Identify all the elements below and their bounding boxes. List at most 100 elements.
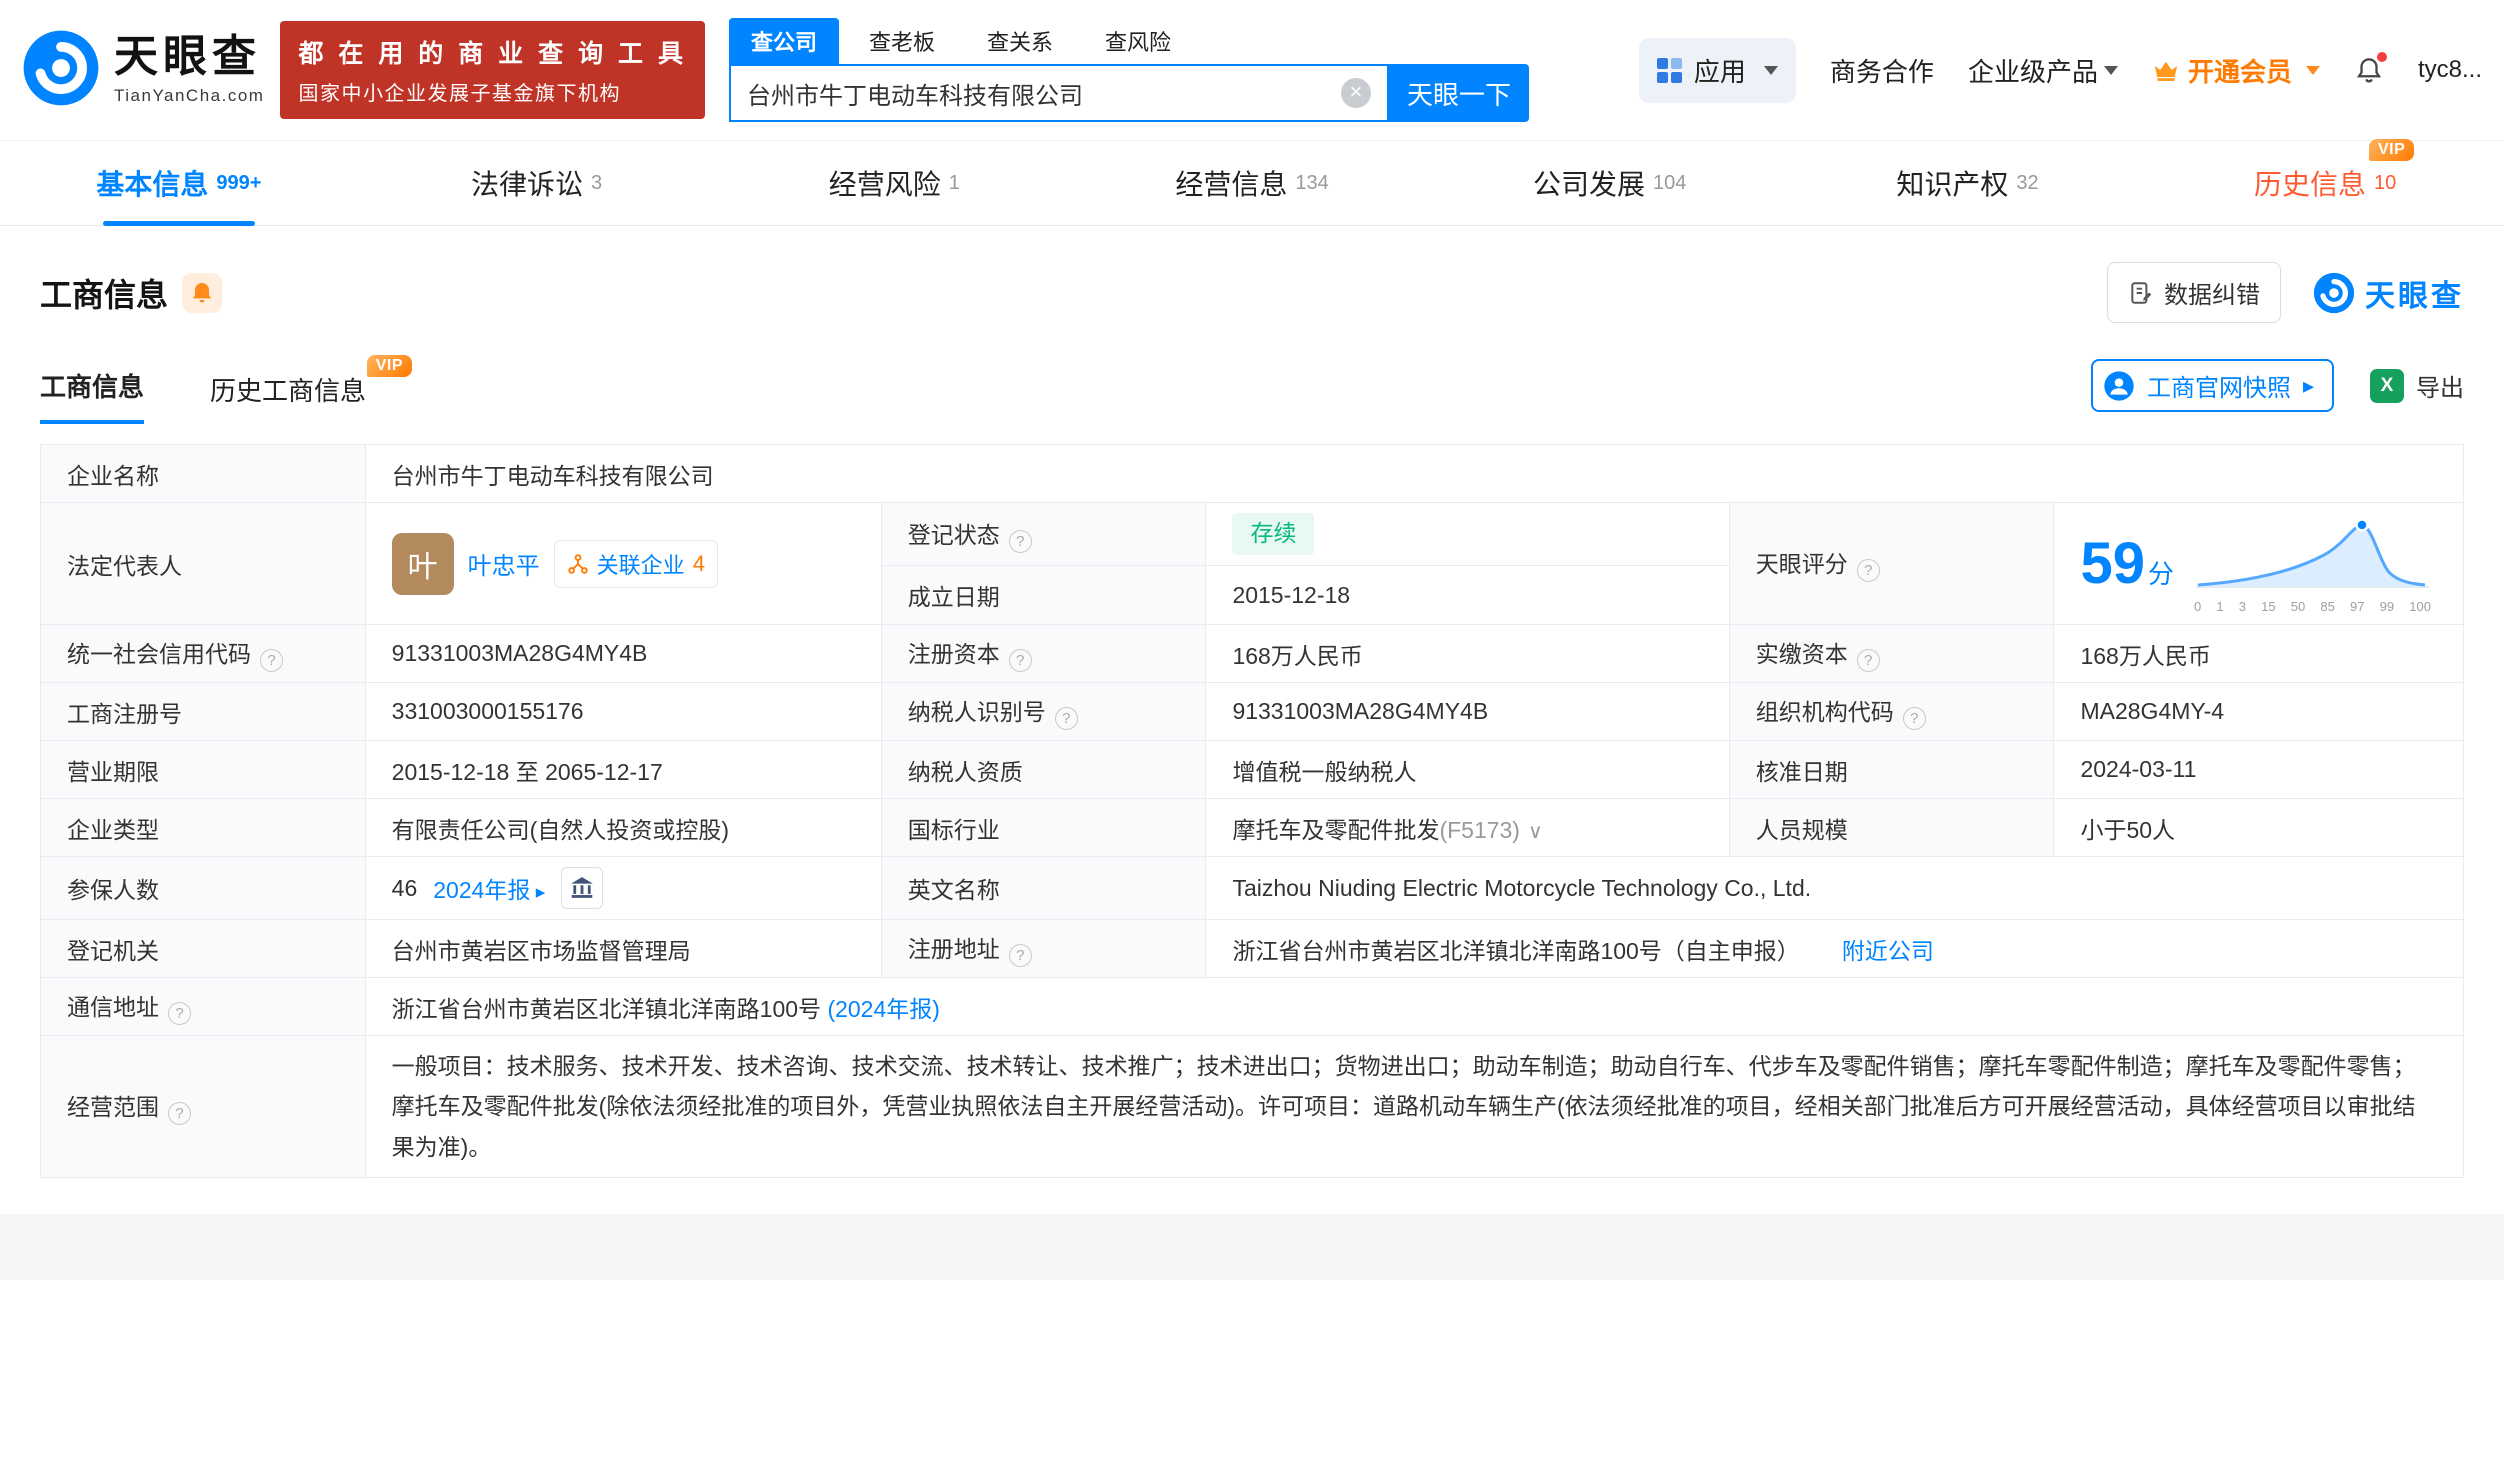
taxpayer-quality-value: 增值税一般纳税人 (1205, 740, 1730, 799)
promo-line1: 都 在 用 的 商 业 查 询 工 具 (298, 40, 687, 68)
search-tab-relation[interactable]: 查关系 (965, 18, 1075, 64)
data-correction-label: 数据纠错 (2164, 282, 2260, 309)
reg-address-label: 注册地址 (880, 919, 1207, 978)
tab-basic-info[interactable]: 基本信息 999+ (0, 141, 358, 225)
company-type-label: 企业类型 (40, 798, 366, 857)
excel-icon (2370, 368, 2404, 403)
tianyancha-watermark-label: 天眼查 (2365, 279, 2464, 313)
tab-company-development-label: 公司发展 (1533, 169, 1646, 200)
social-security-icon-button[interactable] (561, 867, 604, 909)
mail-annual-report-link[interactable]: (2024年报) (827, 996, 939, 1022)
person-circle-icon (2104, 370, 2134, 401)
tab-business-info-count: 134 (1295, 171, 1329, 194)
search-tab-boss[interactable]: 查老板 (847, 18, 957, 64)
approval-date-value: 2024-03-11 (2053, 740, 2464, 799)
tab-operational-risk[interactable]: 经营风险 1 (715, 141, 1073, 225)
help-icon[interactable] (1008, 649, 1032, 672)
row-credit-code: 统一社会信用代码 91331003MA28G4MY4B 注册资本 168万人民币… (40, 624, 2464, 683)
english-name-value: Taizhou Niuding Electric Motorcycle Tech… (1205, 856, 2464, 920)
search-row: 天眼一下 (728, 64, 1529, 122)
mail-address-value: 浙江省台州市黄岩区北洋镇北洋南路100号 (2024年报) (364, 977, 2465, 1036)
nav-open-vip[interactable]: 开通会员 (2152, 52, 2320, 89)
reg-number-value: 331003000155176 (364, 682, 882, 741)
search-tab-company[interactable]: 查公司 (728, 18, 839, 64)
tianyancha-logo-icon (22, 29, 100, 112)
crown-icon (2154, 61, 2178, 81)
company-name-label: 企业名称 (40, 444, 366, 503)
tianyancha-logo[interactable]: 天眼查 TianYanCha.com (22, 29, 264, 112)
promo-line2: 国家中小企业发展子基金旗下机构 (298, 83, 621, 105)
user-account[interactable]: tyc8... (2418, 56, 2482, 84)
data-correction-button[interactable]: 数据纠错 (2107, 262, 2281, 323)
help-icon[interactable] (1856, 559, 1880, 582)
chevron-down-icon (2305, 65, 2320, 75)
mail-address-label: 通信地址 (40, 977, 366, 1036)
search-button[interactable]: 天眼一下 (1388, 64, 1529, 122)
subtab-business-registration[interactable]: 工商信息 (40, 367, 145, 424)
tianyancha-watermark-icon (2313, 272, 2355, 313)
main-content: 工商信息 数据纠错 天眼查 工商信息 历史工商信息 VIP 工商官网快照 ▸ X… (0, 226, 2504, 1178)
official-snapshot-button[interactable]: 工商官网快照 (2090, 359, 2334, 412)
notification-bell-icon[interactable] (2354, 52, 2387, 85)
help-icon[interactable] (1008, 529, 1032, 553)
nearby-companies-link[interactable]: 附近公司 (1842, 938, 1934, 964)
tab-intellectual-property-label: 知识产权 (1896, 169, 2009, 200)
row-business-scope: 经营范围 一般项目：技术服务、技术开发、技术咨询、技术交流、技术转让、技术推广；… (40, 1035, 2465, 1178)
taxpayer-quality-label: 纳税人资质 (880, 740, 1207, 799)
reg-authority-label: 登记机关 (40, 919, 366, 978)
row-reg-authority: 登记机关 台州市黄岩区市场监督管理局 注册地址 浙江省台州市黄岩区北洋镇北洋南路… (40, 919, 2464, 978)
nav-enterprise-products[interactable]: 企业级产品 (1968, 52, 2118, 89)
tab-company-development[interactable]: 公司发展 104 (1431, 141, 1789, 225)
header-nav: 应用 商务合作 企业级产品 开通会员 tyc8... (1638, 37, 2482, 103)
business-scope-value: 一般项目：技术服务、技术开发、技术咨询、技术交流、技术转让、技术推广；技术进出口… (364, 1035, 2465, 1178)
tab-intellectual-property[interactable]: 知识产权 32 (1789, 141, 2147, 225)
apps-menu-button[interactable]: 应用 (1638, 37, 1796, 103)
help-icon[interactable] (168, 1002, 191, 1025)
tab-company-development-count: 104 (1653, 171, 1687, 194)
help-icon[interactable] (1856, 649, 1880, 672)
help-icon[interactable] (1902, 707, 1926, 730)
tab-operational-risk-count: 1 (948, 171, 960, 194)
related-companies-count: 4 (692, 550, 705, 576)
subtab-history-registration[interactable]: 历史工商信息 VIP (210, 355, 413, 424)
search-tab-risk[interactable]: 查风险 (1083, 18, 1193, 64)
industry-label: 国标行业 (880, 798, 1207, 857)
row-business-term: 营业期限 2015-12-18 至 2065-12-17 纳税人资质 增值税一般… (40, 740, 2464, 799)
org-code-label: 组织机构代码 (1728, 682, 2055, 741)
help-icon[interactable] (1008, 944, 1032, 967)
official-snapshot-label: 工商官网快照 (2146, 375, 2291, 402)
vip-badge: VIP (2369, 139, 2415, 161)
tab-history-info[interactable]: 历史信息 10 VIP (2146, 139, 2504, 225)
chevron-down-icon[interactable] (1528, 817, 1543, 843)
section-header-actions: 数据纠错 天眼查 (2107, 262, 2464, 323)
tab-intellectual-property-count: 32 (2016, 171, 2039, 194)
credit-code-value: 91331003MA28G4MY4B (364, 624, 882, 683)
related-companies-button[interactable]: 关联企业 4 (553, 539, 718, 588)
nav-enterprise-products-label: 企业级产品 (1967, 56, 2098, 87)
help-icon[interactable] (168, 1101, 191, 1125)
reg-capital-label: 注册资本 (880, 624, 1207, 683)
score-cell: 59 分 0 1 3 15 50 85 97 99 100 (2053, 502, 2464, 625)
subscribe-bell-icon[interactable] (182, 272, 223, 313)
status-badge: 存续 (1232, 513, 1315, 555)
reg-address-value: 浙江省台州市黄岩区北洋镇北洋南路100号（自主申报） 附近公司 (1205, 919, 2464, 978)
reg-capital-value: 168万人民币 (1205, 624, 1730, 683)
annual-report-link[interactable]: 2024年报 (433, 871, 545, 905)
nav-business-cooperation[interactable]: 商务合作 (1830, 52, 1934, 89)
search-input[interactable] (746, 79, 1341, 107)
help-icon[interactable] (260, 649, 283, 672)
legal-rep-link[interactable]: 叶忠平 (468, 546, 540, 581)
export-label: 导出 (2416, 375, 2464, 402)
insured-value: 46 2024年报 (364, 856, 882, 920)
help-icon[interactable] (1054, 707, 1078, 730)
score-value: 59 分 (2080, 530, 2174, 596)
clear-search-icon[interactable] (1340, 78, 1371, 108)
export-button[interactable]: 导出 (2370, 368, 2464, 403)
tab-legal-litigation[interactable]: 法律诉讼 3 (358, 141, 716, 225)
legal-rep-avatar[interactable]: 叶 (391, 532, 454, 595)
business-term-value: 2015-12-18 至 2065-12-17 (364, 740, 882, 799)
search-area: 查公司 查老板 查关系 查风险 天眼一下 (728, 18, 1529, 122)
business-term-label: 营业期限 (40, 740, 366, 799)
tab-business-info[interactable]: 经营信息 134 (1073, 141, 1431, 225)
company-tab-bar: 基本信息 999+ 法律诉讼 3 经营风险 1 经营信息 134 公司发展 10… (0, 139, 2504, 226)
